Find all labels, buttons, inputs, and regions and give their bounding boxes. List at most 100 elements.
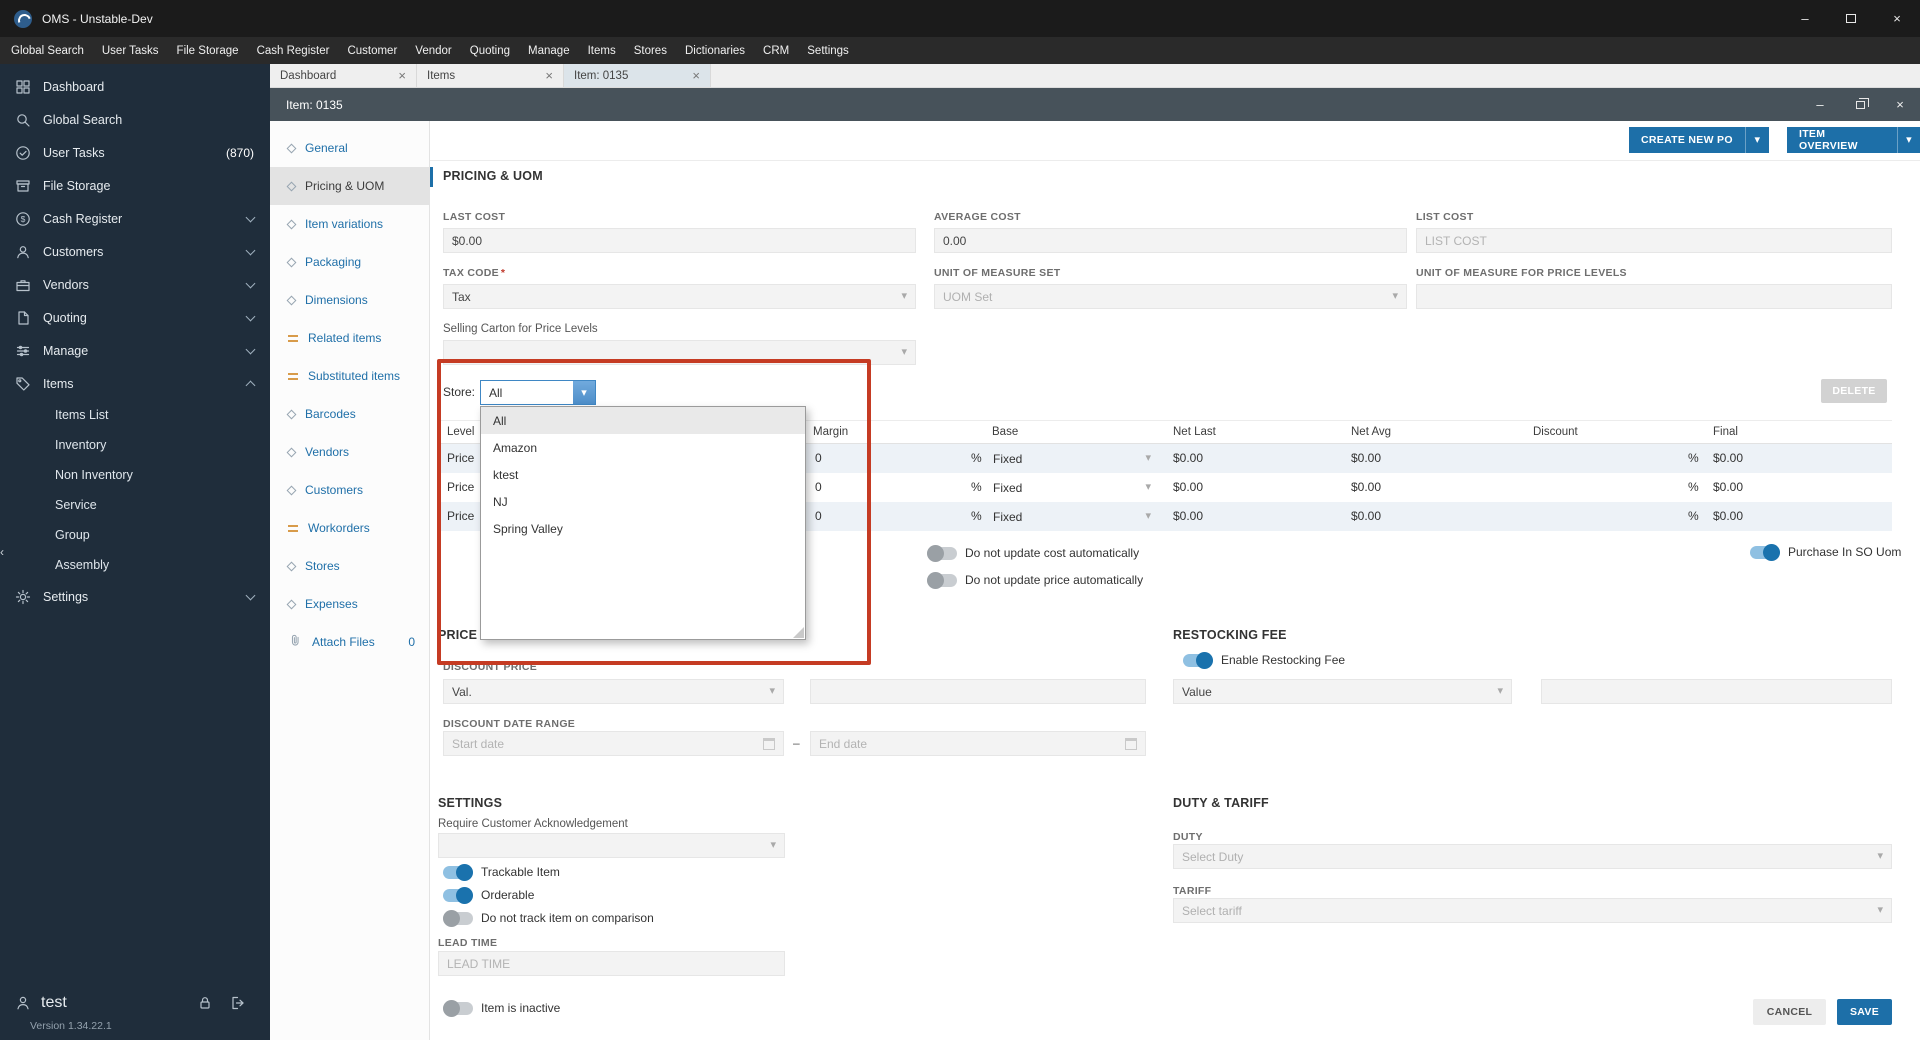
sidebar-item-items[interactable]: Items — [0, 367, 270, 400]
nav-general[interactable]: General — [270, 129, 429, 167]
store-option-amazon[interactable]: Amazon — [481, 434, 805, 461]
create-new-po-label[interactable]: CREATE NEW PO — [1629, 127, 1745, 153]
item-inactive-toggle[interactable] — [443, 1000, 473, 1017]
cell-margin[interactable]: 0 — [815, 451, 822, 465]
close-button[interactable]: × — [1874, 0, 1920, 37]
close-icon[interactable]: × — [692, 68, 700, 83]
menu-user-tasks[interactable]: User Tasks — [93, 37, 168, 64]
nav-vendors[interactable]: Vendors — [270, 433, 429, 471]
enable-restocking-fee-toggle[interactable] — [1183, 652, 1213, 669]
cancel-button[interactable]: CANCEL — [1753, 999, 1826, 1025]
nav-item-variations[interactable]: Item variations — [270, 205, 429, 243]
cell-base-select[interactable]: Fixed — [987, 505, 1157, 528]
sidebar-item-settings[interactable]: Settings — [0, 580, 270, 613]
store-option-spring-valley[interactable]: Spring Valley — [481, 515, 805, 542]
delete-button[interactable]: DELETE — [1821, 379, 1887, 403]
menu-stores[interactable]: Stores — [625, 37, 676, 64]
tax-code-select[interactable]: Tax — [443, 284, 916, 309]
menu-file-storage[interactable]: File Storage — [168, 37, 248, 64]
store-select[interactable]: All — [480, 380, 596, 405]
menu-settings[interactable]: Settings — [798, 37, 858, 64]
restocking-value-input[interactable] — [1541, 679, 1892, 704]
tab-items[interactable]: Items × — [417, 64, 564, 87]
child-restore-button[interactable] — [1840, 88, 1880, 121]
maximize-button[interactable] — [1828, 0, 1874, 37]
cell-margin[interactable]: 0 — [815, 480, 822, 494]
item-overview-label[interactable]: ITEM OVERVIEW — [1787, 127, 1897, 153]
discount-start-date-input[interactable]: Start date — [443, 731, 784, 756]
tab-dashboard[interactable]: Dashboard × — [270, 64, 417, 87]
store-option-ktest[interactable]: ktest — [481, 461, 805, 488]
cell-base-select[interactable]: Fixed — [987, 476, 1157, 499]
menu-quoting[interactable]: Quoting — [461, 37, 519, 64]
resize-grip-icon[interactable] — [793, 627, 804, 638]
menu-customer[interactable]: Customer — [338, 37, 406, 64]
discount-end-date-input[interactable]: End date — [810, 731, 1146, 756]
calendar-icon[interactable] — [763, 737, 775, 750]
nav-workorders[interactable]: Workorders — [270, 509, 429, 547]
orderable-toggle[interactable] — [443, 887, 473, 904]
list-cost-input[interactable] — [1416, 228, 1892, 253]
nav-dimensions[interactable]: Dimensions — [270, 281, 429, 319]
item-overview-button[interactable]: ITEM OVERVIEW — [1787, 127, 1920, 153]
nav-stores[interactable]: Stores — [270, 547, 429, 585]
sidebar-collapse-handle[interactable] — [0, 542, 10, 562]
calendar-icon[interactable] — [1125, 737, 1137, 750]
nav-related-items[interactable]: Related items — [270, 319, 429, 357]
close-icon[interactable]: × — [545, 68, 553, 83]
no-price-update-toggle[interactable] — [927, 572, 957, 589]
uom-set-select[interactable]: UOM Set — [934, 284, 1407, 309]
nav-customers[interactable]: Customers — [270, 471, 429, 509]
nav-barcodes[interactable]: Barcodes — [270, 395, 429, 433]
menu-dictionaries[interactable]: Dictionaries — [676, 37, 754, 64]
nav-substituted-items[interactable]: Substituted items — [270, 357, 429, 395]
item-overview-dropdown[interactable] — [1896, 127, 1920, 153]
sidebar-item-assembly[interactable]: Assembly — [0, 550, 270, 580]
sidebar-item-non-inventory[interactable]: Non Inventory — [0, 460, 270, 490]
tariff-select[interactable]: Select tariff — [1173, 898, 1892, 923]
close-icon[interactable]: × — [398, 68, 406, 83]
sidebar-item-user-tasks[interactable]: User Tasks (870) — [0, 136, 270, 169]
last-cost-input[interactable] — [443, 228, 916, 253]
sidebar-item-customers[interactable]: Customers — [0, 235, 270, 268]
sidebar-item-manage[interactable]: Manage — [0, 334, 270, 367]
discount-value-type-select[interactable]: Val. — [443, 679, 784, 704]
create-new-po-button[interactable]: CREATE NEW PO — [1629, 127, 1769, 153]
sidebar-item-vendors[interactable]: Vendors — [0, 268, 270, 301]
cell-base-select[interactable]: Fixed — [987, 447, 1157, 470]
store-option-nj[interactable]: NJ — [481, 488, 805, 515]
discount-value-input[interactable] — [810, 679, 1146, 704]
menu-manage[interactable]: Manage — [519, 37, 579, 64]
average-cost-input[interactable] — [934, 228, 1407, 253]
menu-global-search[interactable]: Global Search — [2, 37, 93, 64]
minimize-button[interactable]: – — [1782, 0, 1828, 37]
cell-margin[interactable]: 0 — [815, 509, 822, 523]
sidebar-item-inventory[interactable]: Inventory — [0, 430, 270, 460]
nav-pricing-uom[interactable]: Pricing & UOM — [270, 167, 429, 205]
menu-items[interactable]: Items — [579, 37, 625, 64]
restocking-value-type-select[interactable]: Value — [1173, 679, 1512, 704]
sidebar-item-global-search[interactable]: Global Search — [0, 103, 270, 136]
sidebar-item-items-list[interactable]: Items List — [0, 400, 270, 430]
create-new-po-dropdown[interactable] — [1744, 127, 1769, 153]
require-ack-select[interactable] — [438, 833, 785, 858]
trackable-item-toggle[interactable] — [443, 864, 473, 881]
menu-crm[interactable]: CRM — [754, 37, 798, 64]
nav-attach-files[interactable]: Attach Files 0 — [270, 623, 429, 661]
sidebar-item-cash-register[interactable]: $ Cash Register — [0, 202, 270, 235]
child-minimize-button[interactable]: – — [1800, 88, 1840, 121]
store-select-arrow-icon[interactable] — [573, 381, 595, 404]
lead-time-input[interactable] — [438, 951, 785, 976]
lock-icon[interactable] — [196, 995, 213, 1011]
child-close-button[interactable]: × — [1880, 88, 1920, 121]
purchase-so-uom-toggle[interactable] — [1750, 544, 1780, 561]
menu-cash-register[interactable]: Cash Register — [248, 37, 339, 64]
logout-icon[interactable] — [229, 995, 246, 1011]
nav-expenses[interactable]: Expenses — [270, 585, 429, 623]
duty-select[interactable]: Select Duty — [1173, 844, 1892, 869]
sidebar-item-file-storage[interactable]: File Storage — [0, 169, 270, 202]
no-track-comparison-toggle[interactable] — [443, 910, 473, 927]
sidebar-item-dashboard[interactable]: Dashboard — [0, 70, 270, 103]
nav-packaging[interactable]: Packaging — [270, 243, 429, 281]
tab-item-0135[interactable]: Item: 0135 × — [564, 64, 711, 87]
